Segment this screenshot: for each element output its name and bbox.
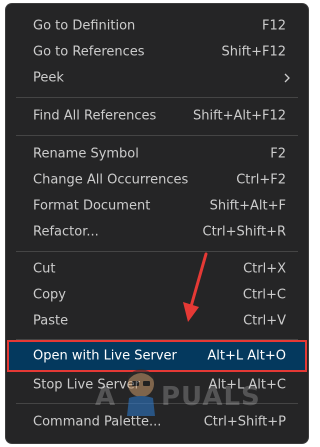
menu-item-shortcut: Alt+L Alt+O <box>207 348 286 364</box>
menu-item-command-palette[interactable]: Command Palette... Ctrl+Shift+P <box>7 409 307 435</box>
menu-item-refactor[interactable]: Refactor... Ctrl+Shift+R <box>7 219 307 245</box>
red-arrow-icon <box>183 252 208 322</box>
menu-item-label: Change All Occurrences <box>33 172 189 188</box>
menu-item-rename-symbol[interactable]: Rename Symbol F2 <box>7 141 307 167</box>
menu-separator <box>16 135 298 136</box>
menu-item-label: Go to References <box>33 44 145 60</box>
menu-item-shortcut: Alt+L Alt+C <box>208 377 286 393</box>
menu-item-label: Go to Definition <box>33 18 136 34</box>
menu-item-shortcut: Shift+Alt+F <box>209 198 286 214</box>
menu-item-label: Copy <box>33 287 66 303</box>
menu-item-shortcut: Ctrl+F2 <box>236 172 286 188</box>
menu-item-change-all-occurrences[interactable]: Change All Occurrences Ctrl+F2 <box>7 167 307 193</box>
menu-item-label: Rename Symbol <box>33 146 139 162</box>
menu-item-open-with-live-server[interactable]: Open with Live Server Alt+L Alt+O <box>7 340 307 372</box>
menu-item-shortcut: Ctrl+V <box>243 313 286 329</box>
menu-item-go-to-definition[interactable]: Go to Definition F12 <box>7 13 307 39</box>
menu-item-copy[interactable]: Copy Ctrl+C <box>7 282 307 308</box>
menu-item-label: Format Document <box>33 198 151 214</box>
menu-item-label: Open with Live Server <box>33 348 177 364</box>
menu-item-stop-live-server[interactable]: Stop Live Server Alt+L Alt+C <box>7 372 307 398</box>
menu-item-shortcut: Shift+Alt+F12 <box>193 108 286 124</box>
menu-item-shortcut: F12 <box>261 18 286 34</box>
menu-item-shortcut: Ctrl+Shift+R <box>202 224 287 240</box>
menu-item-shortcut: F2 <box>270 146 286 162</box>
menu-item-label: Command Palette... <box>33 414 162 430</box>
context-menu: Go to Definition F12 Go to References Sh… <box>6 4 308 443</box>
menu-item-shortcut: Shift+F12 <box>221 44 286 60</box>
menu-item-go-to-references[interactable]: Go to References Shift+F12 <box>7 39 307 65</box>
menu-item-shortcut: Ctrl+Shift+P <box>203 414 286 430</box>
menu-item-peek[interactable]: Peek <box>7 65 307 91</box>
menu-separator <box>16 97 298 98</box>
menu-item-label: Stop Live Server <box>33 377 140 393</box>
chevron-right-icon <box>284 73 290 83</box>
menu-item-label: Refactor... <box>33 224 99 240</box>
menu-item-cut[interactable]: Cut Ctrl+X <box>7 256 307 282</box>
menu-item-shortcut: Ctrl+X <box>243 261 286 277</box>
menu-separator <box>16 403 298 404</box>
menu-separator <box>16 339 298 340</box>
menu-item-label: Cut <box>33 261 56 277</box>
menu-item-label: Paste <box>33 313 69 329</box>
menu-item-shortcut: Ctrl+C <box>242 287 286 303</box>
menu-item-label: Peek <box>33 70 64 86</box>
menu-item-find-all-references[interactable]: Find All References Shift+Alt+F12 <box>7 103 307 129</box>
menu-item-format-document[interactable]: Format Document Shift+Alt+F <box>7 193 307 219</box>
menu-item-paste[interactable]: Paste Ctrl+V <box>7 308 307 334</box>
menu-item-label: Find All References <box>33 108 157 124</box>
menu-separator <box>16 251 298 252</box>
